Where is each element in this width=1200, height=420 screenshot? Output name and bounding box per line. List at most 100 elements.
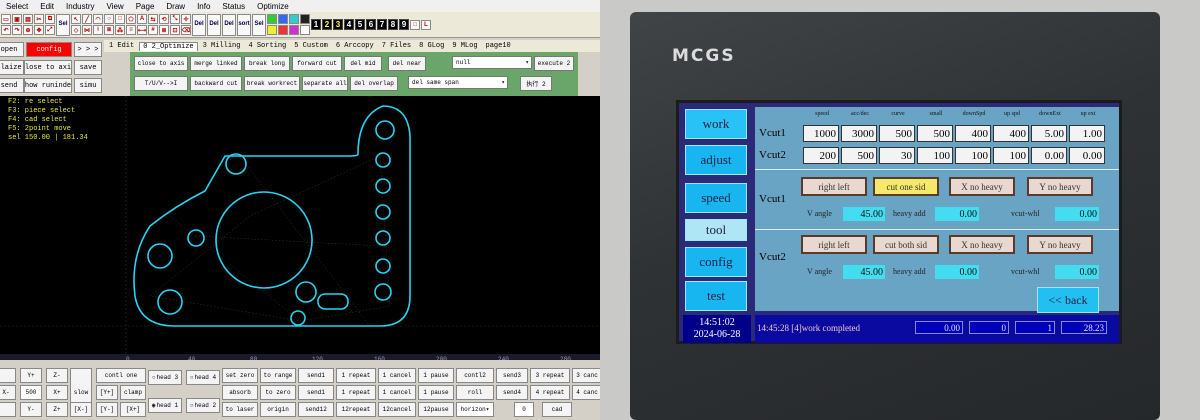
layer-icon[interactable]: ≣ <box>159 25 169 35</box>
execute-cn-button[interactable]: 执行 2 <box>520 76 552 91</box>
send-button[interactable]: send <box>0 78 24 93</box>
send3-button[interactable]: send3 <box>496 368 528 383</box>
vcut2-heavy-add-field[interactable]: 0.00 <box>935 265 979 279</box>
layer-2-button[interactable]: 2 <box>322 19 332 30</box>
layer-1-button[interactable]: 1 <box>311 19 321 30</box>
y-plus-bracket-button[interactable]: [Y+] <box>96 385 118 400</box>
line-icon[interactable]: ╱ <box>82 14 92 24</box>
nav-speed-button[interactable]: speed <box>685 183 747 213</box>
del-button[interactable]: Del <box>222 13 236 36</box>
sort-button[interactable]: sort <box>237 13 251 36</box>
pan-icon[interactable]: ✥ <box>34 25 44 35</box>
x-plus-button[interactable]: X+ <box>46 385 68 400</box>
square-icon[interactable]: □ <box>410 19 420 30</box>
contl-one-button[interactable]: contl one <box>96 368 146 383</box>
menu-draw[interactable]: Draw <box>160 2 191 11</box>
sel-near-button[interactable]: Sel <box>56 13 70 36</box>
cancel3-button[interactable]: 3 canc <box>572 368 600 383</box>
back-button[interactable]: << back <box>1037 287 1099 313</box>
repeat1b-button[interactable]: 1 repeat <box>336 385 376 400</box>
vcut2-v-angle-field[interactable]: 45.00 <box>843 265 885 279</box>
cancel1b-button[interactable]: 1 cancel <box>378 385 416 400</box>
menu-view[interactable]: View <box>101 2 130 11</box>
head-1-radio[interactable]: head 1 <box>148 398 182 413</box>
undo-icon[interactable]: ↶ <box>1 25 11 35</box>
scale-icon[interactable]: ⤡ <box>170 14 180 24</box>
open-icon[interactable]: ▭ <box>1 14 11 24</box>
cut-icon[interactable]: ✂ <box>34 14 44 24</box>
redo-icon[interactable]: ↷ <box>12 25 22 35</box>
to-range-button[interactable]: to range <box>260 368 296 383</box>
y-plus-button[interactable]: Y+ <box>20 368 42 383</box>
save-button[interactable]: save <box>74 60 102 75</box>
layer-8-button[interactable]: 8 <box>388 19 398 30</box>
tab-mlog[interactable]: 9 MLog <box>449 42 480 50</box>
claize-button[interactable]: claize <box>0 60 24 75</box>
vcut1-vcut-whl-field[interactable]: 0.00 <box>1055 207 1099 221</box>
vcut1-curve-field[interactable]: 500 <box>879 125 915 142</box>
color-magenta-icon[interactable] <box>289 25 299 35</box>
zero-input[interactable]: 0 <box>514 402 534 417</box>
drawing-canvas[interactable]: F2: re select F3: piece select F4: cad sel… <box>0 96 600 360</box>
vcut2-right-left-button[interactable]: right left <box>801 235 867 254</box>
vcut2-vcut-whl-field[interactable]: 0.00 <box>1055 265 1099 279</box>
menu-status[interactable]: Status <box>216 2 251 11</box>
layer-4-button[interactable]: 4 <box>344 19 354 30</box>
vcut1-v-angle-field[interactable]: 45.00 <box>843 207 885 221</box>
horizon-select[interactable]: horizon ▾ <box>456 402 494 417</box>
menu-info[interactable]: Info <box>191 2 216 11</box>
send4-button[interactable]: send4 <box>496 385 528 400</box>
vcut2-small-field[interactable]: 100 <box>917 147 953 164</box>
show-runindex-button[interactable]: show runindex <box>24 78 72 93</box>
vcut2-downspd-field[interactable]: 100 <box>955 147 991 164</box>
vcut1-upext-field[interactable]: 1.00 <box>1069 125 1105 142</box>
origin-button[interactable]: origin <box>260 402 296 417</box>
vcut2-curve-field[interactable]: 30 <box>879 147 915 164</box>
rotate-icon[interactable]: ⟲ <box>159 14 169 24</box>
layer-5-button[interactable]: 5 <box>355 19 365 30</box>
color-blue-icon[interactable] <box>278 14 288 24</box>
break-long-button[interactable]: break long <box>244 56 290 71</box>
null-select[interactable]: null ▾ <box>452 56 532 69</box>
jog-blank2-button[interactable] <box>0 402 16 417</box>
color-yellow-icon[interactable] <box>267 25 277 35</box>
measure-icon[interactable]: ⟷ <box>137 25 147 35</box>
y-minus-bracket-button[interactable]: [Y-] <box>96 402 118 417</box>
repeat4-button[interactable]: 4 repeat <box>530 385 570 400</box>
vcut2-upext-field[interactable]: 0.00 <box>1069 147 1105 164</box>
mirror-icon[interactable]: ⇆ <box>148 14 158 24</box>
separate-all-button[interactable]: separate all <box>302 76 348 91</box>
text-icon[interactable]: A <box>137 14 147 24</box>
cancel1-button[interactable]: 1 cancel <box>378 368 416 383</box>
poly-icon[interactable]: ⬠ <box>126 14 136 24</box>
del-same-span-select[interactable]: del same span ▾ <box>408 76 508 89</box>
to-zero-button[interactable]: to zero <box>260 385 296 400</box>
rect-icon[interactable]: □ <box>115 14 125 24</box>
pause1b-button[interactable]: 1 pause <box>418 385 454 400</box>
pause12-button[interactable]: 12pause <box>418 402 454 417</box>
nav-tool-button[interactable]: tool <box>685 219 747 241</box>
del-some-button[interactable]: Del <box>192 13 206 36</box>
cancel4-button[interactable]: 4 canc <box>572 385 600 400</box>
head-4-radio[interactable]: head 4 <box>186 370 220 385</box>
vcut1-cut-one-side-button[interactable]: cut one sid <box>873 177 939 196</box>
repeat3-button[interactable]: 3 repeat <box>530 368 570 383</box>
head-3-radio[interactable]: head 3 <box>148 370 182 385</box>
trash-icon[interactable]: ⌫ <box>181 25 191 35</box>
circle-icon[interactable]: ○ <box>104 14 114 24</box>
menu-industry[interactable]: Industry <box>60 2 100 11</box>
sel-button[interactable]: Sel <box>252 13 266 36</box>
align-icon[interactable]: ≡ <box>126 25 136 35</box>
pointer-icon[interactable]: ↖ <box>71 14 81 24</box>
vcut1-downext-field[interactable]: 5.00 <box>1031 125 1067 142</box>
vcut1-right-left-button[interactable]: right left <box>801 177 867 196</box>
send1-button[interactable]: send1 <box>298 368 334 383</box>
log-icon[interactable]: L <box>421 19 431 30</box>
copy-icon[interactable]: ⧉ <box>45 14 55 24</box>
backward-cut-button[interactable]: backward cut <box>190 76 242 91</box>
color-black-icon[interactable] <box>300 14 310 24</box>
to-laser-button[interactable]: to laser <box>222 402 258 417</box>
vcut1-small-field[interactable]: 500 <box>917 125 953 142</box>
vcut2-speed-field[interactable]: 200 <box>803 147 839 164</box>
tab-page10[interactable]: page10 <box>483 42 514 50</box>
